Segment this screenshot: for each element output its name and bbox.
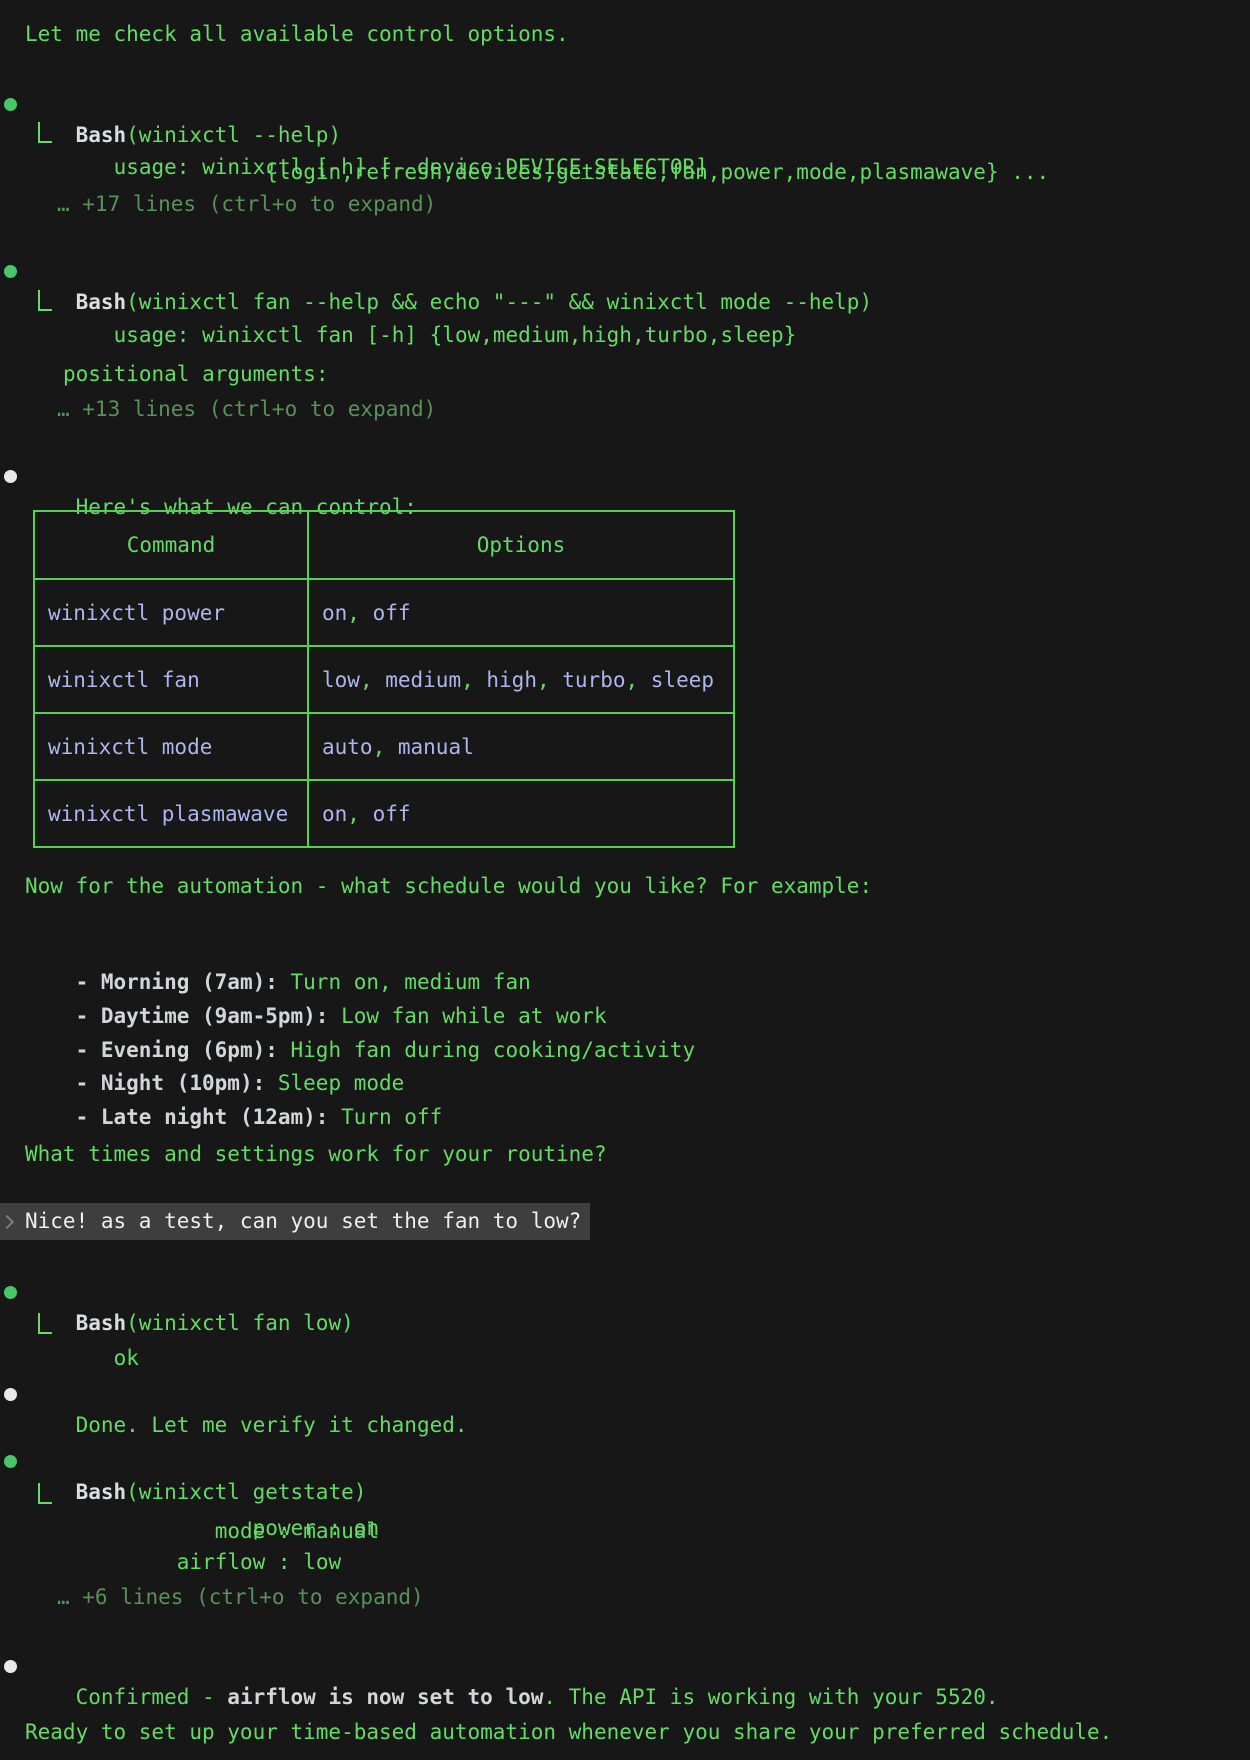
table-header-options: Options bbox=[308, 511, 734, 579]
routine-question: What times and settings work for your ro… bbox=[25, 1139, 607, 1170]
output-corner-icon bbox=[38, 122, 52, 143]
assistant-ready-message: Ready to set up your time-based automati… bbox=[25, 1717, 1112, 1748]
options-cell: on, off bbox=[308, 579, 734, 646]
tool-bullet-icon bbox=[4, 1286, 17, 1299]
table-row: winixctl power on, off bbox=[34, 579, 734, 646]
terminal-screen: Let me check all available control optio… bbox=[0, 0, 1250, 1760]
message-bullet-icon bbox=[4, 470, 17, 483]
tool-output-line: mode : manual bbox=[63, 1516, 379, 1547]
table-row: winixctl plasmawave on, off bbox=[34, 780, 734, 847]
tool-output-line: positional arguments: bbox=[63, 359, 329, 390]
command-cell: winixctl fan bbox=[34, 646, 308, 713]
output-corner-icon bbox=[38, 290, 52, 311]
tool-command: (winixctl fan low) bbox=[126, 1311, 354, 1335]
command-cell: winixctl plasmawave bbox=[34, 780, 308, 847]
confirmed-prefix: Confirmed - bbox=[76, 1685, 228, 1709]
schedule-label: - Late night (12am): bbox=[76, 1105, 342, 1129]
table-row: winixctl fan low, medium, high, turbo, s… bbox=[34, 646, 734, 713]
command-cell: winixctl mode bbox=[34, 713, 308, 780]
control-options-table: Command Options winixctl power on, off w… bbox=[33, 510, 735, 848]
output-corner-icon bbox=[38, 1313, 52, 1334]
output-expand-hint[interactable]: … +17 lines (ctrl+o to expand) bbox=[57, 189, 436, 220]
user-message-bar: Nice! as a test, can you set the fan to … bbox=[0, 1203, 590, 1240]
command-cell: winixctl power bbox=[34, 579, 308, 646]
message-bullet-icon bbox=[4, 1660, 17, 1673]
confirmed-suffix: . The API is working with your 5520. bbox=[543, 1685, 998, 1709]
output-expand-hint[interactable]: … +6 lines (ctrl+o to expand) bbox=[57, 1582, 424, 1613]
user-message-text: Nice! as a test, can you set the fan to … bbox=[25, 1203, 581, 1240]
automation-prompt: Now for the automation - what schedule w… bbox=[25, 871, 872, 902]
table-row: winixctl mode auto, manual bbox=[34, 713, 734, 780]
options-cell: auto, manual bbox=[308, 713, 734, 780]
tool-output-line: {login,refresh,devices,getstate,fan,powe… bbox=[63, 157, 1049, 188]
tool-bullet-icon bbox=[4, 1455, 17, 1468]
table-header-row: Command Options bbox=[34, 511, 734, 579]
tool-bullet-icon bbox=[4, 265, 17, 278]
assistant-intro-message: Let me check all available control optio… bbox=[25, 19, 569, 50]
output-expand-hint[interactable]: … +13 lines (ctrl+o to expand) bbox=[57, 394, 436, 425]
schedule-text: Turn off bbox=[341, 1105, 442, 1129]
options-cell: low, medium, high, turbo, sleep bbox=[308, 646, 734, 713]
options-cell: on, off bbox=[308, 780, 734, 847]
table-header-command: Command bbox=[34, 511, 308, 579]
prompt-chevron-icon bbox=[0, 1215, 14, 1229]
output-corner-icon bbox=[38, 1483, 52, 1504]
confirmed-emphasis: airflow is now set to low bbox=[227, 1685, 543, 1709]
tool-output-line: airflow : low bbox=[63, 1547, 341, 1578]
tool-bullet-icon bbox=[4, 98, 17, 111]
message-bullet-icon bbox=[4, 1388, 17, 1401]
